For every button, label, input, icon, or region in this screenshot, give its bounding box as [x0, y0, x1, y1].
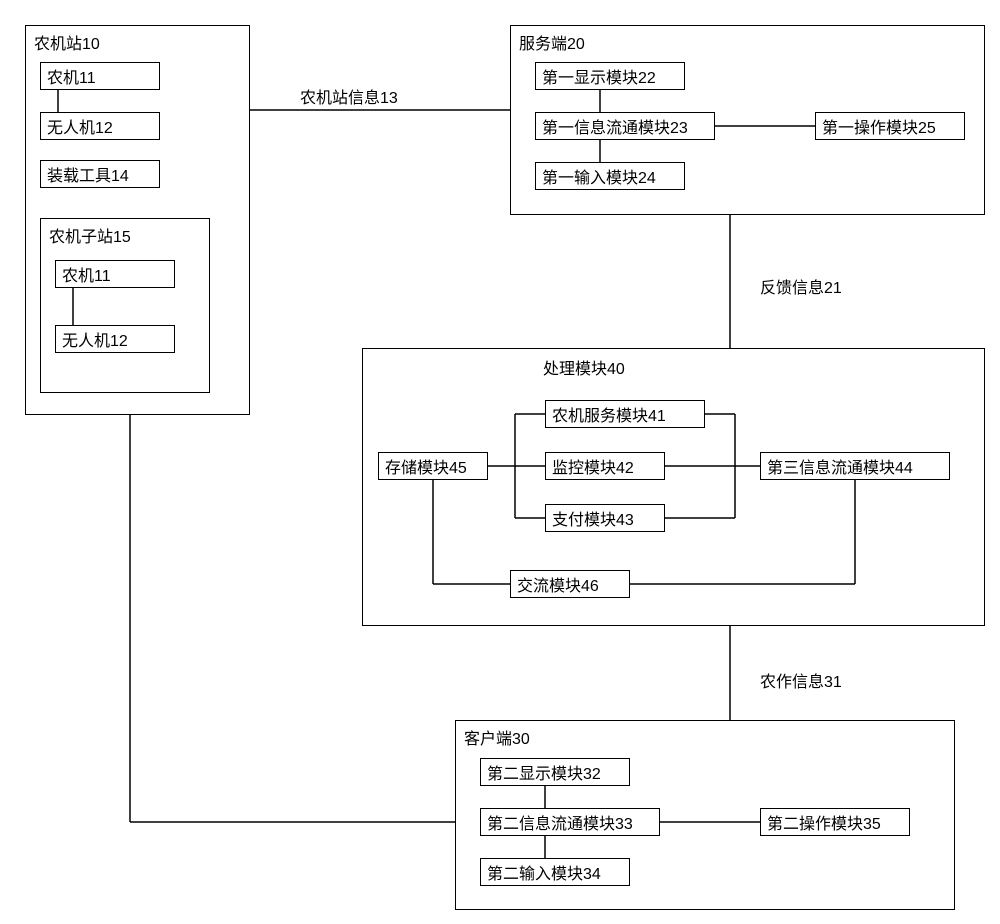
station-sub-container: 农机子站15 [40, 218, 210, 393]
client-operate-module: 第二操作模块35 [760, 808, 910, 836]
processing-container: 处理模块40 [362, 348, 985, 626]
server-operate-module: 第一操作模块25 [815, 112, 965, 140]
client-display-module: 第二显示模块32 [480, 758, 630, 786]
exchange-module: 交流模块46 [510, 570, 630, 598]
station-machinery: 农机11 [40, 62, 160, 90]
station-sub-title: 农机子站15 [49, 223, 131, 247]
station-drone: 无人机12 [40, 112, 160, 140]
station-main-title: 农机站10 [34, 30, 100, 54]
station-sub-machinery: 农机11 [55, 260, 175, 288]
monitor-module: 监控模块42 [545, 452, 665, 480]
agri-service-module: 农机服务模块41 [545, 400, 705, 428]
processing-title: 处理模块40 [543, 355, 625, 379]
edge-label-farming-info: 农作信息31 [760, 668, 842, 692]
station-sub-drone: 无人机12 [55, 325, 175, 353]
server-display-module: 第一显示模块22 [535, 62, 685, 90]
storage-module: 存储模块45 [378, 452, 488, 480]
server-title: 服务端20 [519, 30, 585, 54]
station-loader: 装载工具14 [40, 160, 160, 188]
client-input-module: 第二输入模块34 [480, 858, 630, 886]
server-input-module: 第一输入模块24 [535, 162, 685, 190]
edge-label-feedback: 反馈信息21 [760, 274, 842, 298]
third-info-flow-module: 第三信息流通模块44 [760, 452, 950, 480]
edge-label-station-info: 农机站信息13 [300, 84, 398, 108]
server-info-flow-module: 第一信息流通模块23 [535, 112, 715, 140]
client-info-flow-module: 第二信息流通模块33 [480, 808, 660, 836]
client-title: 客户端30 [464, 725, 530, 749]
payment-module: 支付模块43 [545, 504, 665, 532]
